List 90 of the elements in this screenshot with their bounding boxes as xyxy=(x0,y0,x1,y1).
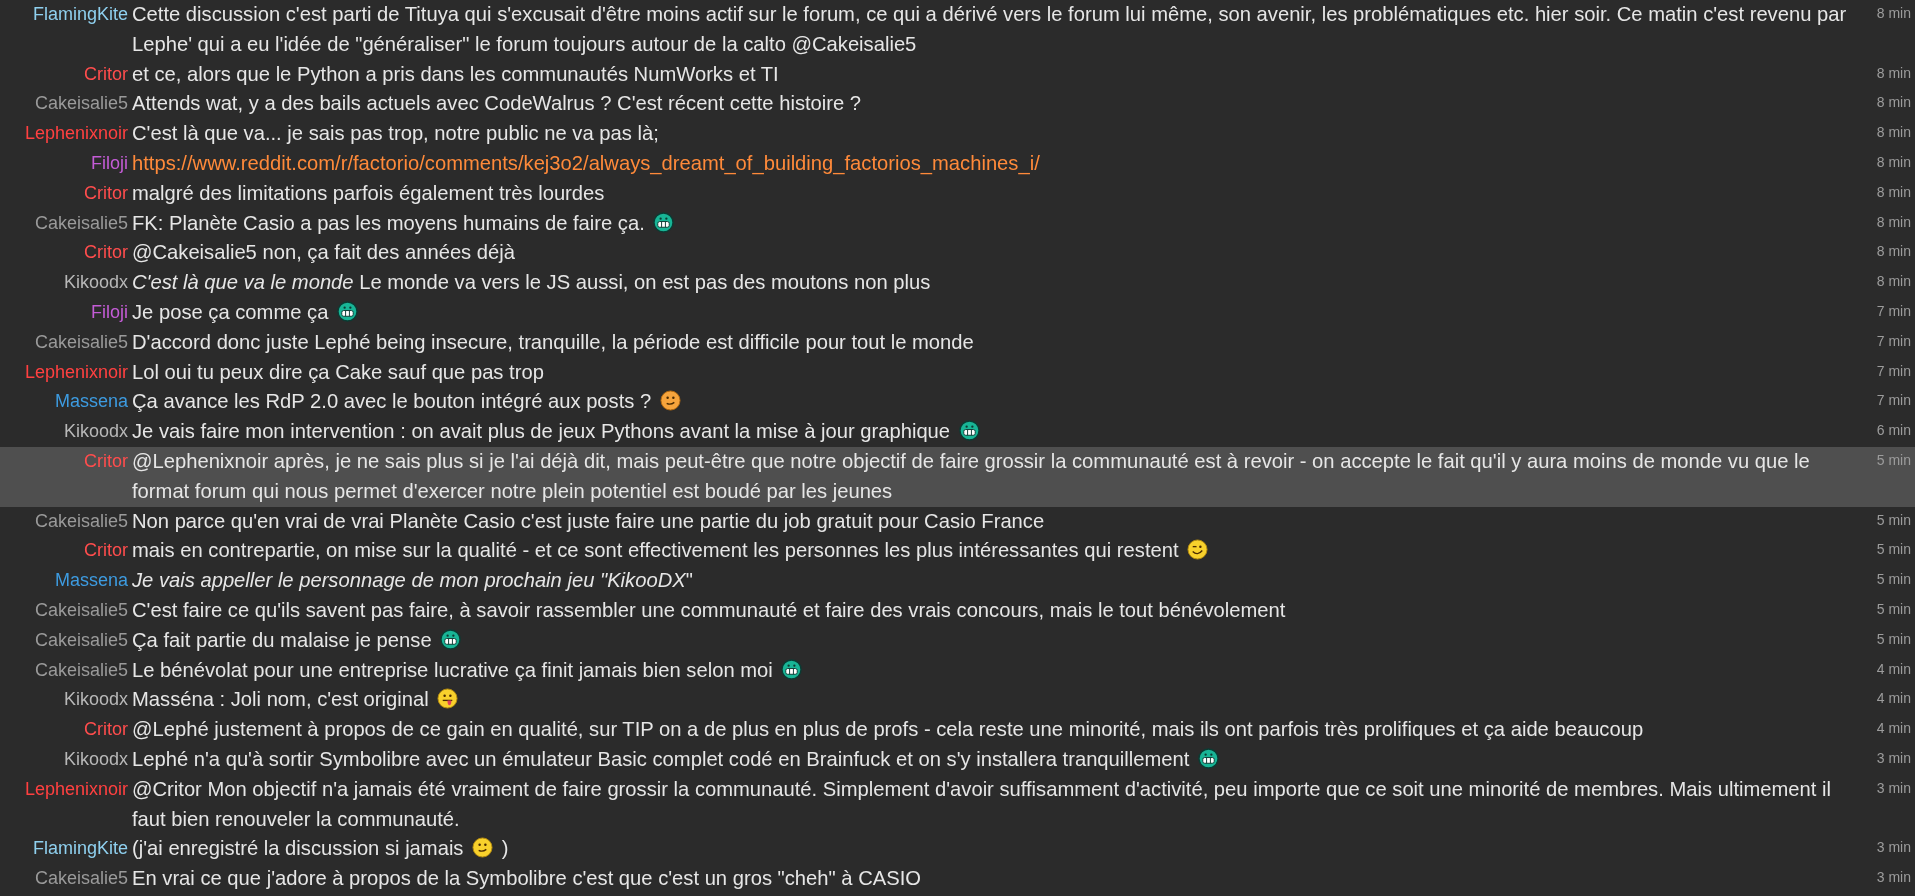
author-name[interactable]: Cakeisalie5 xyxy=(34,208,128,239)
author-name[interactable]: Critor xyxy=(84,536,128,567)
author-name[interactable]: Kikoodx xyxy=(63,268,128,298)
message-time: 5 min xyxy=(1876,570,1911,590)
message-time: 6 min xyxy=(1876,421,1911,441)
author-name[interactable]: Lephenixnoir xyxy=(24,119,128,149)
tongue-face-icon xyxy=(437,688,459,710)
message-text: @Lephenixnoir après, je ne sais plus si je l'ai déjà dit, mais peut-être que notre objectif de faire grossir la communauté est à revoir - on accepte le fait qu'il y aura moins de monde vu que le format forum qui nous permet d'exercer notre plein potentiel est boudé par les jeunes xyxy=(132,449,1810,502)
smiling-face-icon xyxy=(472,837,494,859)
author-name[interactable]: Kikoodx xyxy=(63,417,128,447)
author-name[interactable]: Critor xyxy=(84,178,128,209)
author-name[interactable]: Filoji xyxy=(91,149,128,179)
message-text: Le bénévolat pour une entreprise lucrative ça finit jamais bien selon moi xyxy=(132,658,773,681)
message-time: 8 min xyxy=(1876,272,1911,292)
message-time: 8 min xyxy=(1876,153,1911,172)
message-text: @Lephé justement à propos de ce gain en qualité, sur TIP on a de plus en plus de profs - cela reste une minorité, mais ils ont parfois très prolifiques et ça aide beaucoup xyxy=(132,718,1644,741)
message-text: Ça fait partie du malaise je pense xyxy=(132,628,432,651)
message-time: 3 min xyxy=(1876,838,1911,858)
message-text: D'accord donc juste Lephé being insecure, tranquille, la période est difficile pour tout le monde xyxy=(132,330,974,353)
message-text: C'est là que va le monde Le monde va vers le JS aussi, on est pas des moutons non plus xyxy=(132,271,931,294)
message-time: 4 min xyxy=(1876,689,1911,709)
author-name[interactable]: Massena xyxy=(54,387,128,418)
author-name[interactable]: Lephenixnoir xyxy=(24,774,128,805)
message-text: @Critor Mon objectif n'a jamais été vraiment de faire grossir la communauté. Simplement d'avoir suffisamment d'activité, peu importe que ce soit une minorité de membres. Mais ultimement il faut bien renouveler la communauté. xyxy=(132,777,1831,830)
message-time: 7 min xyxy=(1876,331,1911,351)
author-name[interactable]: Cakeisalie5 xyxy=(34,327,128,358)
author-name[interactable]: FlamingKite xyxy=(32,834,128,865)
message-time: 5 min xyxy=(1876,629,1911,649)
message-text: et ce, alors que le Python a pris dans les communautés NumWorks et TI xyxy=(132,62,779,85)
message-text: Non parce qu'en vrai de vrai Planète Casio c'est juste faire une partie du job gratuit pour Casio France xyxy=(132,509,1045,532)
message-time: 8 min xyxy=(1876,212,1911,232)
author-name[interactable]: Cakeisalie5 xyxy=(34,506,128,537)
message-time: 8 min xyxy=(1876,123,1911,143)
message-text: Lol oui tu peux dire ça Cake sauf que pas trop xyxy=(132,360,544,383)
message-time: 3 min xyxy=(1876,748,1911,768)
message-text: @Cakeisalie5 non, ça fait des années déjà xyxy=(132,241,515,264)
message-time: 8 min xyxy=(1876,63,1911,83)
winking-face-icon xyxy=(1187,539,1209,561)
grinning-face-icon xyxy=(781,658,803,680)
smiling-face-icon xyxy=(659,390,681,412)
message-time: 5 min xyxy=(1876,599,1911,619)
message-time: 8 min xyxy=(1876,4,1911,23)
author-name[interactable]: Kikoodx xyxy=(63,744,128,775)
message-time: 8 min xyxy=(1876,242,1911,262)
message-text: Je vais appeller le personnage de mon prochain jeu "KikooDX" xyxy=(132,569,693,592)
message-time: 7 min xyxy=(1876,361,1911,381)
grinning-face-icon xyxy=(653,211,675,233)
author-name[interactable]: Filoji xyxy=(91,297,128,328)
author-name[interactable]: Lephenixnoir xyxy=(24,357,128,388)
message-time: 3 min xyxy=(1876,868,1911,888)
grinning-face-icon xyxy=(440,628,462,650)
message-time: 4 min xyxy=(1876,719,1911,739)
message-time: 3 min xyxy=(1876,778,1911,798)
message-text: ) xyxy=(501,837,509,860)
message-time: 5 min xyxy=(1876,510,1911,530)
message-text: Ça avance les RdP 2.0 avec le bouton intégré aux posts ? xyxy=(132,390,652,413)
message-time: 8 min xyxy=(1876,93,1911,113)
author-name[interactable]: Critor xyxy=(84,715,128,745)
message-time: 5 min xyxy=(1876,540,1911,560)
message-link[interactable]: https://www.reddit.com/r/factorio/comments/kej3o2/always_dreamt_of_building_factorios_machines_i/ xyxy=(132,152,1040,174)
message-text: En vrai ce que j'adore à propos de la Symbolibre c'est que c'est un gros "cheh" à CASIO xyxy=(132,867,921,890)
author-name[interactable]: Critor xyxy=(84,238,128,269)
message-text: Je vais faire mon intervention : on avait plus de jeux Pythons avant la mise à jour graphique xyxy=(132,420,951,443)
message-time: 4 min xyxy=(1876,659,1911,679)
author-name[interactable]: Cakeisalie5 xyxy=(34,655,128,686)
message-text: Attends wat, y a des bails actuels avec CodeWalrus ? C'est récent cette histoire ? xyxy=(132,92,862,115)
message-text: Je pose ça comme ça xyxy=(132,300,329,323)
message-text: Lephé n'a qu'à sortir Symbolibre avec un émulateur Basic complet codé en Brainfuck et on s'y installera tranquillement xyxy=(132,747,1190,770)
message-time: 8 min xyxy=(1876,182,1911,202)
author-name[interactable]: FlamingKite xyxy=(32,0,128,30)
message-text: FK: Planète Casio a pas les moyens humains de faire ça. xyxy=(132,211,645,234)
author-name[interactable]: Massena xyxy=(54,566,128,596)
author-name[interactable]: Cakeisalie5 xyxy=(34,595,128,626)
grinning-face-icon xyxy=(958,420,980,442)
author-name[interactable]: Cakeisalie5 xyxy=(34,625,128,656)
message-time: 7 min xyxy=(1876,301,1911,321)
grinning-face-icon xyxy=(1198,747,1219,769)
message-text: C'est là que va... je sais pas trop, notre public ne va pas là; xyxy=(132,122,659,145)
message-text: C'est faire ce qu'ils savent pas faire, à savoir rassembler une communauté et faire des vrais concours, mais le tout bénévolement xyxy=(132,598,1286,621)
author-name[interactable]: Cakeisalie5 xyxy=(34,89,128,120)
grinning-face-icon xyxy=(336,300,358,322)
author-name[interactable]: Critor xyxy=(84,59,128,90)
message-text: mais en contrepartie, on mise sur la qualité - et ce sont effectivement les personnes les plus intéressantes qui restent xyxy=(132,539,1179,562)
message-text: malgré des limitations parfois également très lourdes xyxy=(132,181,605,204)
message-text: Masséna : Joli nom, c'est original xyxy=(132,688,429,711)
message-text: (j'ai enregistré la discussion si jamais xyxy=(132,837,464,860)
author-name[interactable]: Cakeisalie5 xyxy=(34,864,128,894)
message-time: 5 min xyxy=(1876,450,1911,470)
message-time: 7 min xyxy=(1876,391,1911,411)
author-name[interactable]: Kikoodx xyxy=(63,685,128,716)
